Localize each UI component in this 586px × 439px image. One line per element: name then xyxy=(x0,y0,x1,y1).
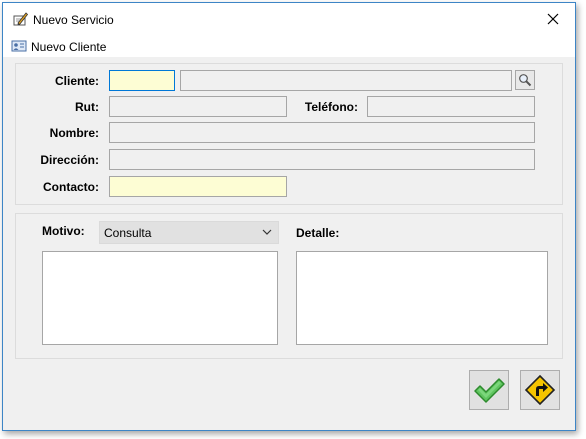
next-button[interactable] xyxy=(520,370,560,410)
client-group: Cliente: Rut: Teléfono: Nombre: Direcció… xyxy=(15,63,563,205)
pencil-document-icon xyxy=(12,11,29,27)
dialog-window: Nuevo Servicio Nuevo Cliente Cliente: Ru… xyxy=(2,2,576,431)
contacto-input[interactable] xyxy=(109,176,287,197)
contacto-label: Contacto: xyxy=(43,180,99,194)
cliente-name-input[interactable] xyxy=(180,70,512,91)
yellow-turn-arrow-sign-icon xyxy=(524,374,556,406)
rut-input[interactable] xyxy=(109,96,287,117)
motivo-select[interactable]: Consulta xyxy=(99,221,279,244)
motivo-textarea[interactable] xyxy=(42,251,278,345)
motivo-label: Motivo: xyxy=(42,224,85,238)
new-client-card-icon xyxy=(11,39,27,53)
magnifier-icon xyxy=(519,74,532,87)
menu-bar: Nuevo Cliente xyxy=(3,35,575,57)
close-icon xyxy=(547,13,559,25)
service-group: Motivo: Consulta Detalle: xyxy=(15,213,563,359)
chevron-down-icon xyxy=(262,226,272,241)
direccion-label: Dirección: xyxy=(40,153,99,167)
detalle-label: Detalle: xyxy=(296,226,340,240)
menu-item-new-client[interactable]: Nuevo Cliente xyxy=(31,40,106,54)
detalle-textarea[interactable] xyxy=(296,251,548,345)
rut-label: Rut: xyxy=(75,100,99,114)
nombre-label: Nombre: xyxy=(49,126,99,140)
motivo-selected-value: Consulta xyxy=(104,225,152,240)
green-checkmark-icon xyxy=(474,378,505,403)
cliente-label: Cliente: xyxy=(54,74,99,88)
confirm-button[interactable] xyxy=(469,370,509,410)
cliente-code-input[interactable] xyxy=(109,70,175,91)
telefono-label: Teléfono: xyxy=(304,100,358,114)
telefono-input[interactable] xyxy=(367,96,535,117)
title-bar: Nuevo Servicio xyxy=(3,3,575,35)
close-button[interactable] xyxy=(531,3,575,35)
window-title: Nuevo Servicio xyxy=(33,13,114,27)
dialog-body: Cliente: Rut: Teléfono: Nombre: Direcció… xyxy=(3,57,575,430)
nombre-input[interactable] xyxy=(109,122,535,143)
direccion-input[interactable] xyxy=(109,149,535,170)
search-client-button[interactable] xyxy=(515,70,535,90)
